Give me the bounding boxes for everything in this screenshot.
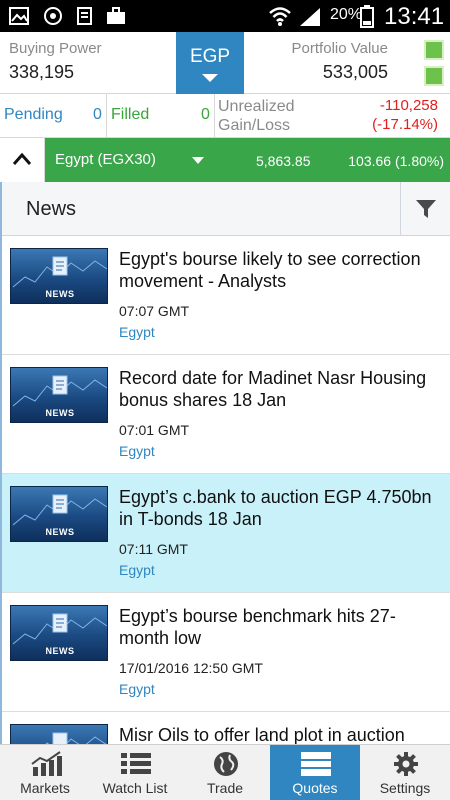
news-headline: Record date for Madinet Nasr Housing bon… xyxy=(119,368,427,410)
document-icon xyxy=(77,7,92,25)
currency-label: EGP xyxy=(189,46,231,67)
list-icon xyxy=(121,753,151,774)
news-item[interactable]: NEWS Misr Oils to offer land plot in auc… xyxy=(2,712,450,744)
battery-icon xyxy=(360,5,374,28)
divider xyxy=(214,94,215,138)
index-name: Egypt (EGX30) xyxy=(55,151,156,168)
index-change: 103.66 (1.80%) xyxy=(348,153,444,169)
news-panel: News NEWS Egypt's bourse likely to see c… xyxy=(0,182,450,744)
nav-label: Quotes xyxy=(292,780,338,796)
chevron-down-icon xyxy=(202,74,218,82)
news-title: News xyxy=(26,198,77,220)
news-thumbnail: NEWS xyxy=(10,486,108,542)
news-time: 17/01/2016 12:50 GMT xyxy=(119,660,263,676)
filter-icon xyxy=(416,200,436,218)
thumbnail-label: NEWS xyxy=(45,289,75,299)
account-summary: Buying Power 338,195 EGP Portfolio Value… xyxy=(0,32,450,94)
thumbnail-label: NEWS xyxy=(45,408,75,418)
nav-label: Settings xyxy=(379,780,431,796)
status-indicator-icon xyxy=(424,66,444,86)
filled-orders-count[interactable]: 0 xyxy=(201,106,210,124)
chevron-down-icon xyxy=(192,157,204,164)
quotes-icon xyxy=(301,752,331,776)
thumbnail-label: NEWS xyxy=(45,527,75,537)
bottom-navigation: Markets Watch List Trade Quotes Settings xyxy=(0,744,450,800)
news-headline: Egypt’s bourse benchmark hits 27-month l… xyxy=(119,606,396,648)
wifi-icon xyxy=(269,7,291,26)
thumbnail-label: NEWS xyxy=(45,646,75,656)
index-selector[interactable]: Egypt (EGX30) 5,863.85 103.66 (1.80%) xyxy=(45,138,450,182)
news-headline: Egypt's bourse likely to see correction … xyxy=(119,249,421,291)
news-header: News xyxy=(2,182,450,236)
news-tag: Egypt xyxy=(119,562,155,578)
portfolio-value-label: Portfolio Value xyxy=(291,40,388,57)
news-time: 07:01 GMT xyxy=(119,422,190,438)
battery-percent: 20% xyxy=(330,6,363,23)
currency-selector[interactable]: EGP xyxy=(176,32,244,94)
buying-power-label: Buying Power xyxy=(9,40,102,57)
news-item-selected[interactable]: NEWS Egypt’s c.bank to auction EGP 4.750… xyxy=(2,474,450,593)
nav-label: Trade xyxy=(206,780,244,796)
index-bar: Egypt (EGX30) 5,863.85 103.66 (1.80%) xyxy=(0,138,450,182)
status-bar: 20% 13:41 xyxy=(0,0,450,32)
news-item[interactable]: NEWS Egypt’s bourse benchmark hits 27-mo… xyxy=(2,593,450,712)
news-headline: Misr Oils to offer land plot in auction xyxy=(119,725,405,744)
gear-icon xyxy=(394,752,418,776)
news-item[interactable]: NEWS Egypt's bourse likely to see correc… xyxy=(2,236,450,355)
news-tag: Egypt xyxy=(119,324,155,340)
unrealized-gain-loss-label: Unrealized Gain/Loss xyxy=(218,98,295,134)
news-thumbnail: NEWS xyxy=(10,724,108,744)
news-thumbnail: NEWS xyxy=(10,367,108,423)
nav-label: Watch List xyxy=(102,780,168,796)
news-time: 07:07 GMT xyxy=(119,303,190,319)
news-tag: Egypt xyxy=(119,443,155,459)
filter-button[interactable] xyxy=(400,182,450,236)
briefcase-icon xyxy=(107,7,125,24)
status-indicator-icon xyxy=(424,40,444,60)
chart-icon xyxy=(31,751,62,776)
nav-trade[interactable]: Trade xyxy=(180,745,270,800)
filled-orders-label[interactable]: Filled xyxy=(111,106,149,124)
sync-icon xyxy=(44,7,62,25)
news-thumbnail: NEWS xyxy=(10,248,108,304)
buying-power-value: 338,195 xyxy=(9,62,75,82)
news-headline: Egypt’s c.bank to auction EGP 4.750bn in… xyxy=(119,487,432,529)
unrealized-gain-loss-value: -110,258 xyxy=(379,97,438,114)
gallery-icon xyxy=(9,7,29,25)
portfolio-value: 533,005 xyxy=(322,62,388,82)
nav-label: Markets xyxy=(20,780,70,796)
unrealized-gain-loss-percent: (-17.14%) xyxy=(372,116,438,133)
collapse-button[interactable] xyxy=(0,138,45,182)
divider xyxy=(106,94,107,138)
orders-summary: Pending 0 Filled 0 Unrealized Gain/Loss … xyxy=(0,94,450,138)
nav-watch-list[interactable]: Watch List xyxy=(90,745,180,800)
nav-settings[interactable]: Settings xyxy=(360,745,450,800)
pending-orders-count[interactable]: 0 xyxy=(93,106,102,124)
clock: 13:41 xyxy=(384,3,445,30)
nav-markets[interactable]: Markets xyxy=(0,745,90,800)
chevron-up-icon xyxy=(12,152,32,165)
nav-quotes[interactable]: Quotes xyxy=(270,745,360,800)
index-value: 5,863.85 xyxy=(256,153,311,169)
news-time: 07:11 GMT xyxy=(119,541,188,557)
news-thumbnail: NEWS xyxy=(10,605,108,661)
news-item[interactable]: NEWS Record date for Madinet Nasr Housin… xyxy=(2,355,450,474)
pending-orders-label[interactable]: Pending xyxy=(4,106,63,124)
globe-icon xyxy=(214,752,238,776)
news-thumbnail-graphic xyxy=(45,732,107,744)
news-tag: Egypt xyxy=(119,681,155,697)
signal-icon xyxy=(300,8,320,26)
